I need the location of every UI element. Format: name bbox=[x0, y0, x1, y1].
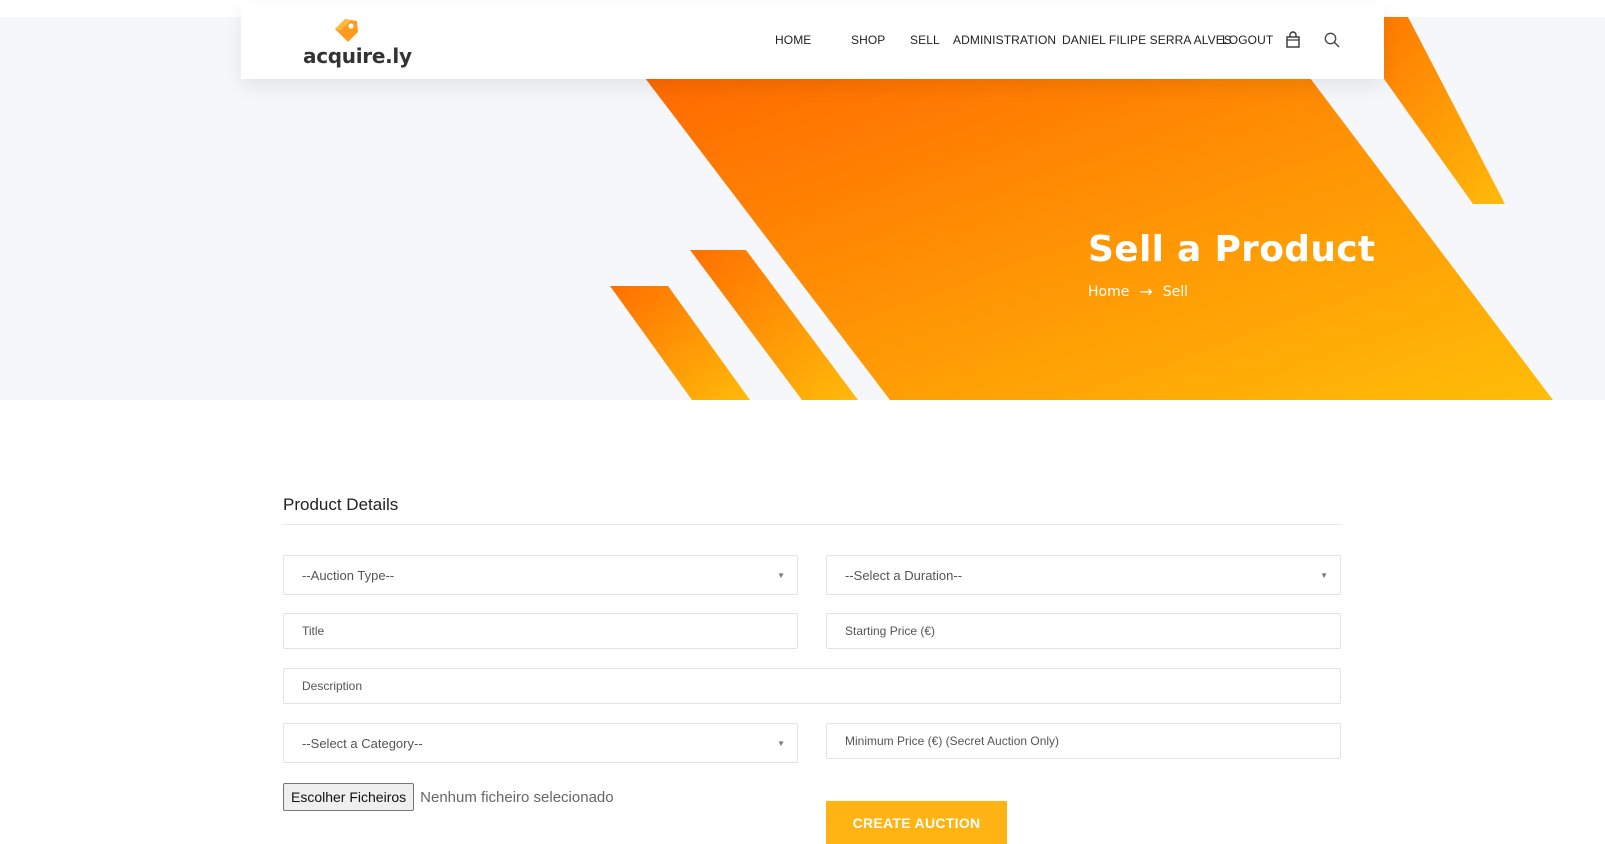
minimum-price-field[interactable] bbox=[826, 723, 1341, 759]
cart-icon[interactable] bbox=[1284, 31, 1304, 51]
brand-name: acquire.ly bbox=[303, 44, 412, 68]
file-upload: Escolher Ficheiros Nenhum ficheiro selec… bbox=[283, 783, 614, 811]
nav-sell[interactable]: SELL bbox=[910, 33, 940, 47]
nav-logout[interactable]: LOGOUT bbox=[1222, 33, 1273, 47]
breadcrumb-home-link[interactable]: Home bbox=[1088, 284, 1129, 300]
title-field[interactable] bbox=[283, 613, 798, 649]
starting-price-field[interactable] bbox=[826, 613, 1341, 649]
duration-value: --Select a Duration-- bbox=[845, 567, 963, 583]
starting-price-input[interactable] bbox=[845, 624, 1340, 638]
minimum-price-input[interactable] bbox=[845, 734, 1340, 748]
page-title: Sell a Product bbox=[1088, 229, 1376, 270]
create-auction-button[interactable]: CREATE AUCTION bbox=[826, 801, 1007, 844]
brand-logo[interactable]: acquire.ly bbox=[303, 16, 412, 68]
tag-icon bbox=[335, 19, 358, 42]
chevron-down-icon: ▼ bbox=[777, 738, 785, 748]
section-divider bbox=[283, 524, 1341, 525]
category-select[interactable]: --Select a Category-- ▼ bbox=[283, 723, 798, 763]
auction-type-select[interactable]: --Auction Type-- ▼ bbox=[283, 555, 798, 595]
category-value: --Select a Category-- bbox=[302, 735, 423, 751]
chevron-down-icon: ▼ bbox=[777, 570, 785, 580]
breadcrumb: Home → Sell bbox=[1088, 282, 1189, 301]
choose-files-button[interactable]: Escolher Ficheiros bbox=[283, 783, 415, 811]
nav-administration[interactable]: ADMINISTRATION bbox=[953, 33, 1056, 47]
nav-shop[interactable]: SHOP bbox=[851, 33, 885, 47]
section-title: Product Details bbox=[283, 495, 399, 514]
arrow-right-icon: → bbox=[1139, 282, 1153, 301]
nav-home[interactable]: HOME bbox=[775, 33, 811, 47]
duration-select[interactable]: --Select a Duration-- ▼ bbox=[826, 555, 1341, 595]
breadcrumb-current: Sell bbox=[1162, 284, 1189, 300]
search-icon[interactable] bbox=[1323, 31, 1343, 51]
nav-user-profile[interactable]: DANIEL FILIPE SERRA ALVES bbox=[1062, 33, 1232, 47]
chevron-down-icon: ▼ bbox=[1320, 570, 1328, 580]
hero-stripe-left bbox=[610, 286, 750, 400]
file-status-text: Nenhum ficheiro selecionado bbox=[420, 788, 614, 806]
description-input[interactable] bbox=[302, 679, 1340, 693]
title-input[interactable] bbox=[302, 624, 797, 638]
auction-type-value: --Auction Type-- bbox=[302, 567, 395, 583]
navbar: acquire.ly HOME SHOP SELL ADMINISTRATION… bbox=[241, 4, 1384, 79]
description-field[interactable] bbox=[283, 668, 1341, 704]
